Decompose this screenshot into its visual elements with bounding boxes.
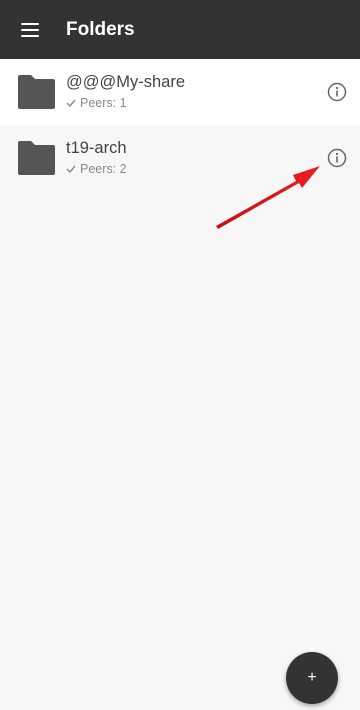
folder-status: Peers: 2 [66, 162, 127, 176]
app-bar: Folders [0, 0, 360, 59]
folder-row-t19-arch[interactable]: t19-arch Peers: 2 [0, 125, 360, 191]
info-icon[interactable] [327, 82, 347, 102]
peers-count: Peers: 2 [80, 162, 127, 176]
folder-icon [18, 141, 55, 175]
check-icon [66, 165, 76, 173]
peers-count: Peers: 1 [80, 96, 127, 110]
hamburger-menu-icon [21, 22, 39, 37]
add-icon: + [307, 669, 317, 686]
folder-name: @@@My-share [66, 73, 186, 91]
folder-list: @@@My-share Peers: 1 t19-arch Peers: 2 [0, 59, 360, 191]
folder-icon [18, 75, 55, 109]
info-icon[interactable] [327, 148, 347, 168]
folder-row-my-share[interactable]: @@@My-share Peers: 1 [0, 59, 360, 125]
menu-button[interactable] [0, 0, 56, 59]
add-folder-button[interactable]: + [286, 652, 338, 704]
folder-status: Peers: 1 [66, 96, 127, 110]
folder-name: t19-arch [66, 139, 127, 157]
page-title: Folders [66, 18, 135, 40]
check-icon [66, 99, 76, 107]
